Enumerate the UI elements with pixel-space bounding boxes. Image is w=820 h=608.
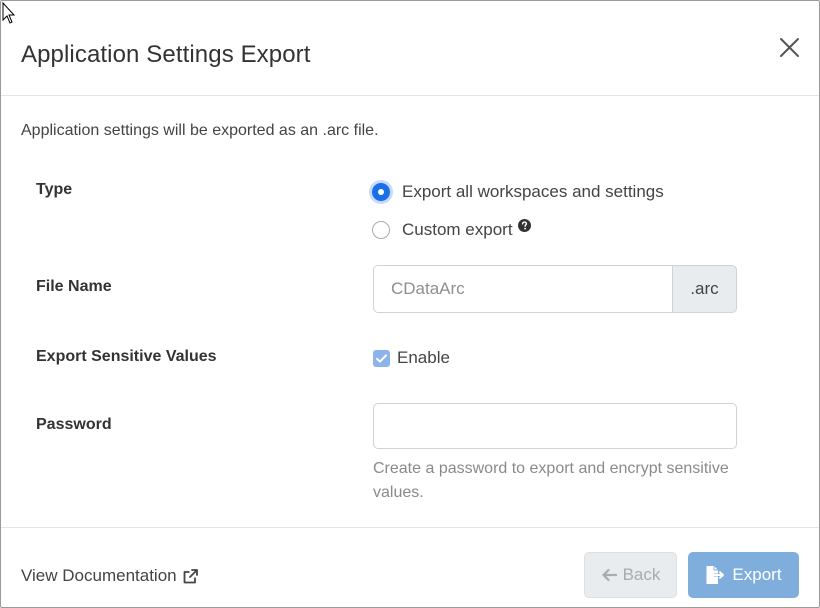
check-icon [376,353,387,363]
close-icon [780,38,799,57]
export-dialog: Application Settings Export Application … [0,0,820,608]
radio-custom-export-button[interactable] [372,221,390,239]
external-link-icon [183,568,198,583]
enable-sensitive-label: Enable [397,348,450,367]
dialog-header: Application Settings Export [1,1,819,96]
password-label: Password [36,416,112,433]
view-documentation-label: View Documentation [21,566,177,585]
radio-custom-export[interactable]: Custom export [372,218,531,240]
export-button[interactable]: Export [688,552,799,598]
back-button[interactable]: Back [584,552,677,598]
radio-export-all-button[interactable] [372,183,390,201]
export-sensitive-label: Export Sensitive Values [36,348,217,365]
close-button[interactable] [777,35,803,61]
dialog-footer: View Documentation Back Export [1,527,819,607]
file-name-label: File Name [36,278,112,295]
radio-export-all[interactable]: Export all workspaces and settings [372,182,664,202]
file-export-icon [706,566,725,584]
view-documentation-link[interactable]: View Documentation [21,566,199,586]
type-label: Type [36,181,73,198]
export-button-label: Export [732,565,782,584]
enable-sensitive-checkbox[interactable] [373,349,390,367]
dialog-title: Application Settings Export [21,41,311,68]
file-extension-addon: .arc [672,265,737,313]
password-input[interactable] [373,403,737,449]
dialog-description: Application settings will be exported as… [21,122,379,139]
radio-export-all-label: Export all workspaces and settings [402,182,664,201]
file-name-input[interactable] [373,265,672,313]
question-circle-icon[interactable] [517,218,531,232]
enable-sensitive-checkbox-row[interactable]: Enable [373,348,450,368]
arrow-left-icon [601,568,617,582]
file-name-input-group: .arc [373,265,737,313]
back-button-label: Back [622,565,661,584]
radio-custom-export-label: Custom export [402,220,513,239]
password-help-text: Create a password to export and encrypt … [373,460,729,501]
